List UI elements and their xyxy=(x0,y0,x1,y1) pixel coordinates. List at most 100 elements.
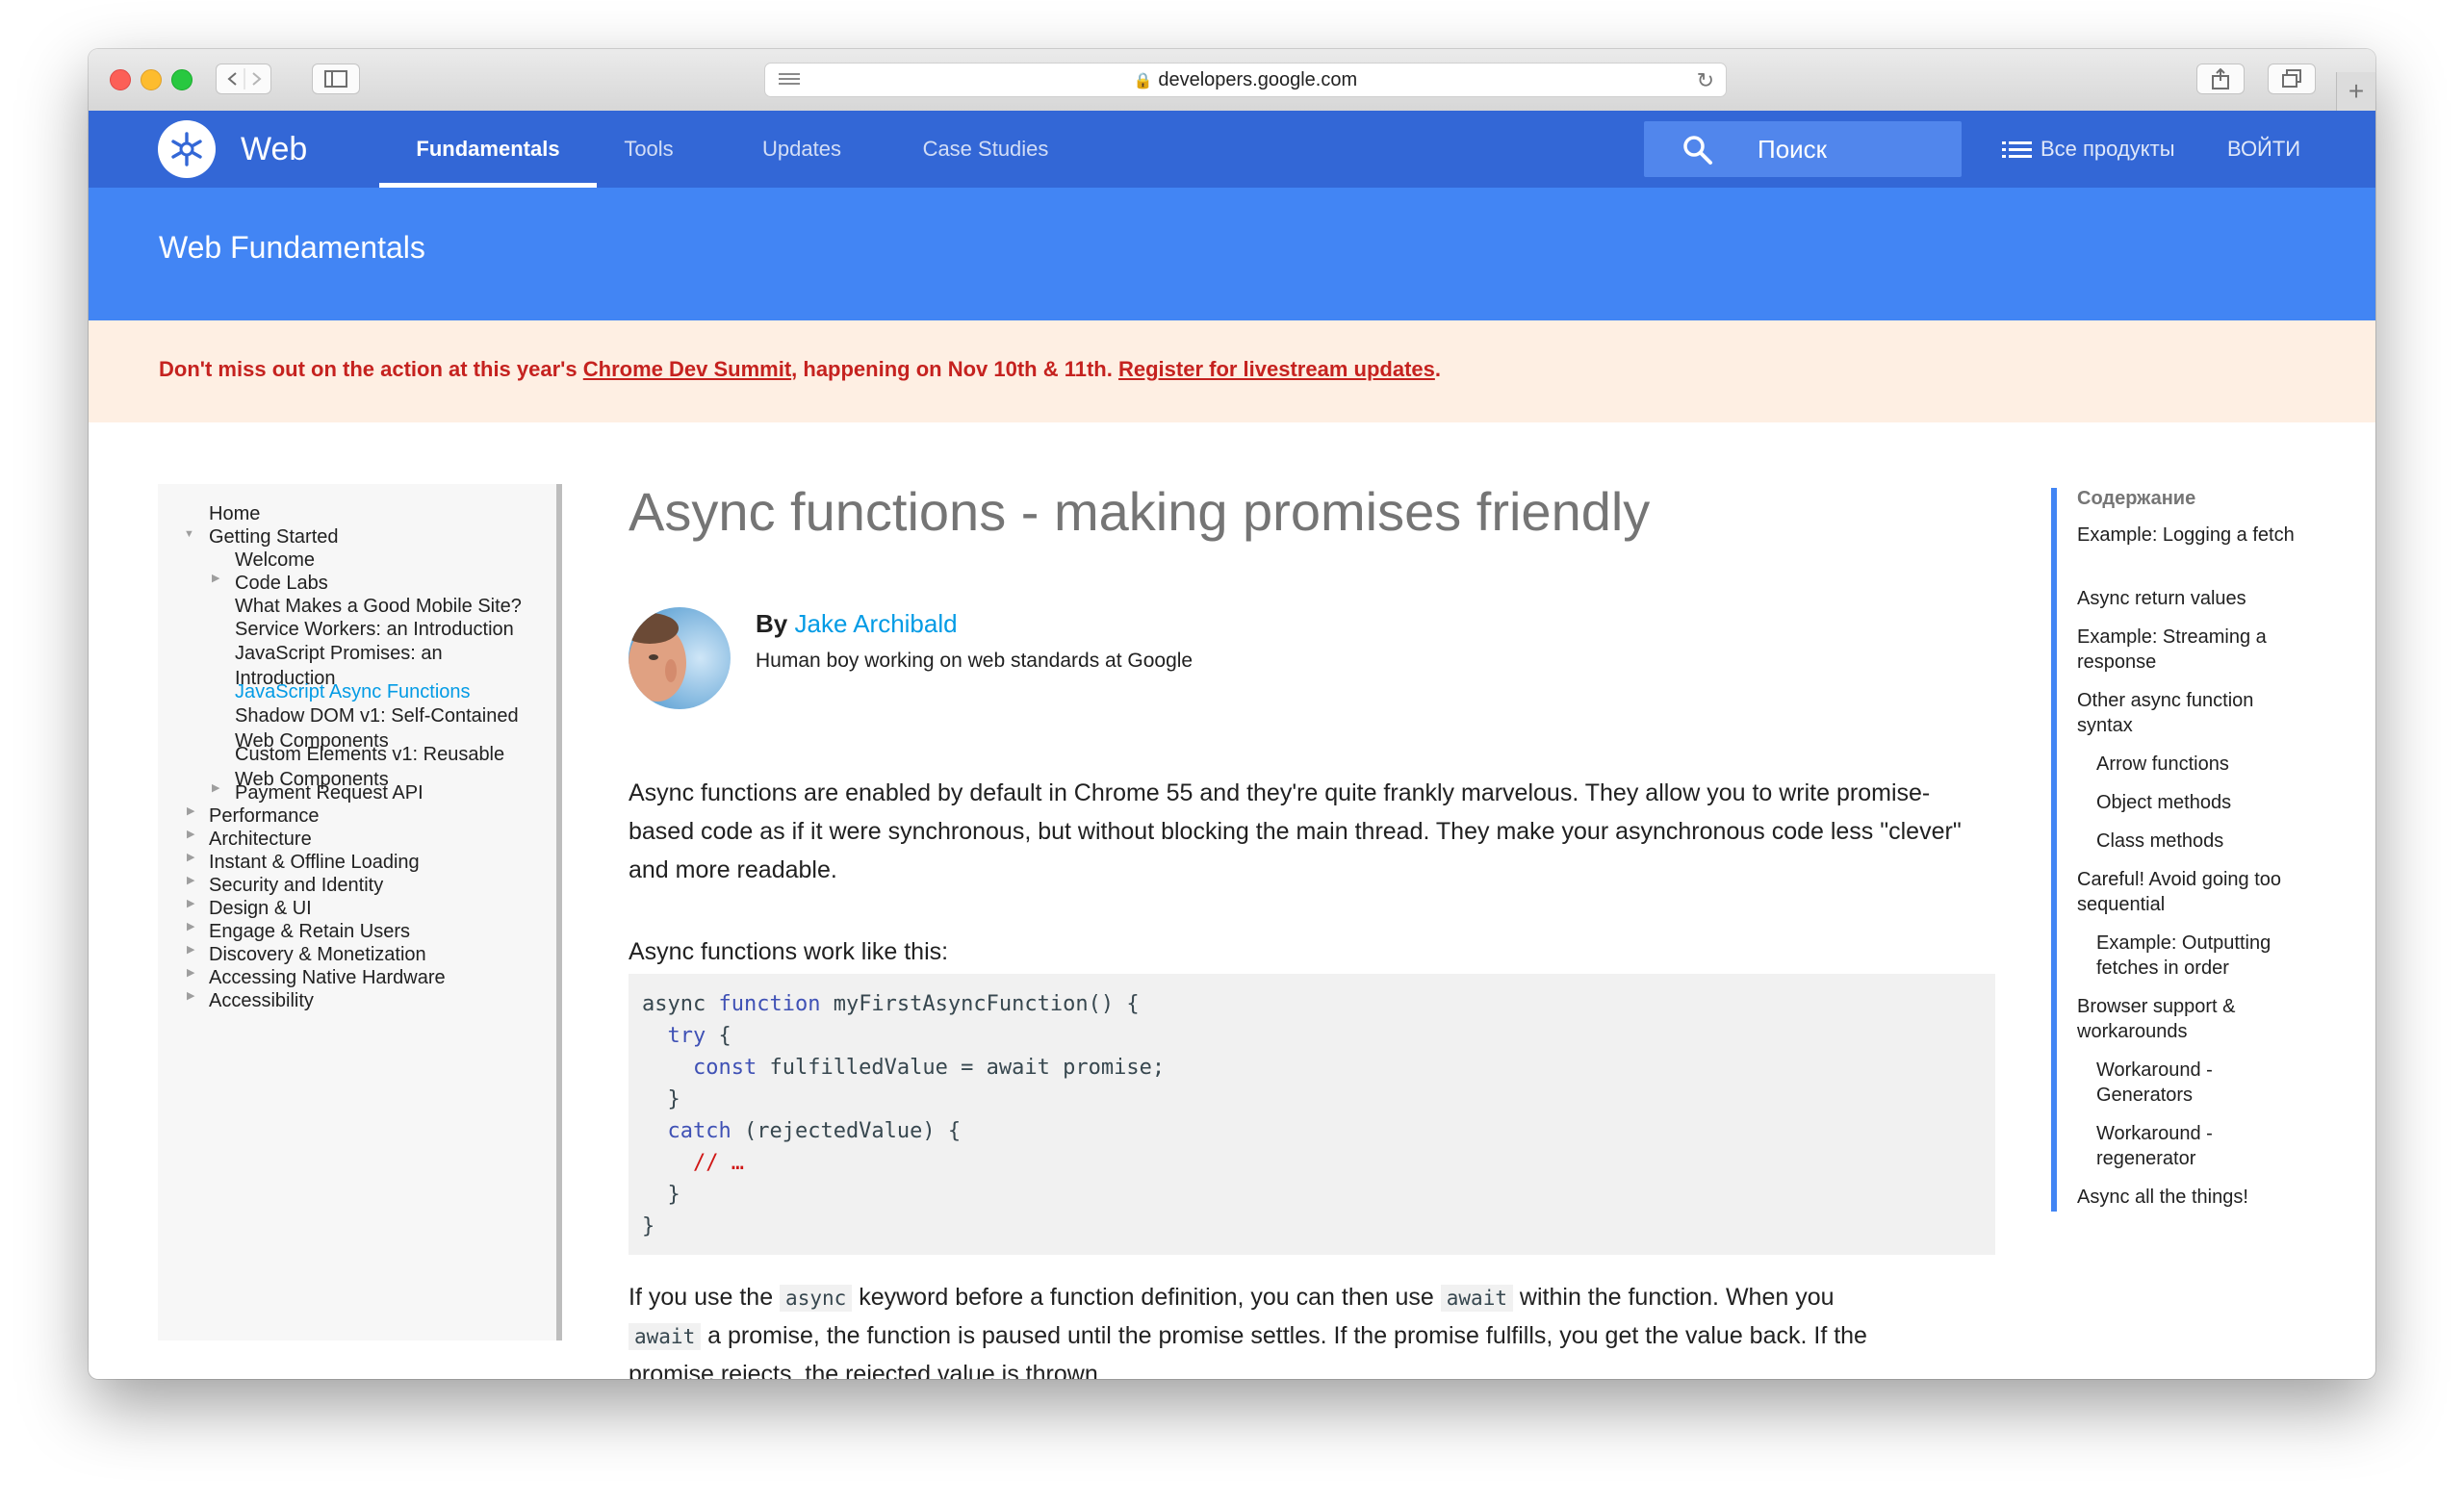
toc-item-other-syntax[interactable]: Other async function syntax xyxy=(2077,688,2308,738)
nav-item-accessibility[interactable]: Accessibility xyxy=(209,988,314,1013)
toc-item-streaming[interactable]: Example: Streaming a response xyxy=(2077,625,2308,675)
share-icon xyxy=(2212,68,2229,89)
zoom-window-button[interactable] xyxy=(171,69,192,90)
tab-fundamentals[interactable]: Fundamentals xyxy=(379,111,597,188)
toc-indicator xyxy=(2051,488,2057,1212)
all-products-label: Все продукты xyxy=(2040,137,2175,161)
toc-item-class-methods[interactable]: Class methods xyxy=(2096,829,2327,854)
nav-item-code-labs[interactable]: Code Labs xyxy=(235,571,328,596)
collapsed-arrow-icon[interactable]: ▶ xyxy=(187,943,194,956)
tabs-overview-button[interactable] xyxy=(2268,64,2316,94)
new-tab-button[interactable]: + xyxy=(2336,72,2375,111)
nav-item-service-workers[interactable]: Service Workers: an Introduction xyxy=(235,617,543,642)
author-link[interactable]: Jake Archibald xyxy=(794,609,957,638)
nav-item-home[interactable]: Home xyxy=(209,501,260,526)
hero-banner: Web Fundamentals xyxy=(89,188,2375,320)
toc-item-workaround-regenerator[interactable]: Workaround - regenerator xyxy=(2096,1121,2250,1171)
collapsed-arrow-icon[interactable]: ▶ xyxy=(187,989,194,1002)
collapsed-arrow-icon[interactable]: ▶ xyxy=(212,781,219,794)
code-line: } xyxy=(642,1214,655,1238)
toc-item-async-all-things[interactable]: Async all the things! xyxy=(2077,1185,2308,1210)
body-paragraph-line: If you use the async keyword before a fu… xyxy=(629,1284,1835,1312)
snowflake-icon xyxy=(171,132,202,166)
body-paragraph-line: promise rejects, the rejected value is t… xyxy=(629,1361,1105,1379)
nav-item-performance[interactable]: Performance xyxy=(209,804,320,829)
toc-item-outputting-fetches[interactable]: Example: Outputting fetches in order xyxy=(2096,931,2308,981)
browser-toolbar: 🔒 developers.google.com ↻ + xyxy=(89,49,2375,112)
toc-item-arrow-functions[interactable]: Arrow functions xyxy=(2096,752,2327,777)
collapsed-arrow-icon[interactable]: ▶ xyxy=(187,920,194,932)
login-button[interactable]: ВОЙТИ xyxy=(2227,111,2300,188)
nav-item-payment-request[interactable]: Payment Request API xyxy=(235,780,424,805)
collapsed-arrow-icon[interactable]: ▶ xyxy=(212,572,219,584)
nav-item-engage-retain[interactable]: Engage & Retain Users xyxy=(209,919,410,944)
web-logo[interactable] xyxy=(158,120,216,178)
tabs-icon xyxy=(2282,69,2301,88)
author-avatar[interactable] xyxy=(629,607,731,709)
close-window-button[interactable] xyxy=(110,69,131,90)
code-line: catch (rejectedValue) { xyxy=(667,1119,962,1143)
collapsed-arrow-icon[interactable]: ▶ xyxy=(187,966,194,979)
chrome-dev-summit-link[interactable]: Chrome Dev Summit xyxy=(583,357,791,381)
all-products-menu[interactable]: Все продукты xyxy=(2002,111,2175,188)
nav-item-discovery-monetization[interactable]: Discovery & Monetization xyxy=(209,942,426,967)
toc-item-workaround-generators[interactable]: Workaround - Generators xyxy=(2096,1058,2250,1108)
tab-case-studies[interactable]: Case Studies xyxy=(905,111,1066,188)
code-sample: async function myFirstAsyncFunction() { … xyxy=(629,974,1995,1255)
site-title[interactable]: Web xyxy=(241,111,307,188)
toc-item-browser-support[interactable]: Browser support & workarounds xyxy=(2077,994,2308,1044)
intro-paragraph: Async functions are enabled by default i… xyxy=(629,779,1962,883)
code-line: async function myFirstAsyncFunction() { xyxy=(642,992,1140,1016)
author-bio: Human boy working on web standards at Go… xyxy=(756,650,1194,672)
inline-code: await xyxy=(629,1323,702,1350)
search-placeholder: Поиск xyxy=(1758,135,1828,164)
inline-code: await xyxy=(1440,1285,1513,1312)
share-button[interactable] xyxy=(2196,64,2245,94)
list-menu-icon xyxy=(2002,141,2032,158)
browser-window: 🔒 developers.google.com ↻ + Web Fundamen… xyxy=(89,49,2375,1379)
tab-updates[interactable]: Updates xyxy=(749,111,855,188)
search-input[interactable]: Поиск xyxy=(1644,121,1962,177)
code-line: try { xyxy=(667,1024,732,1048)
toc-item-careful-sequential[interactable]: Careful! Avoid going too sequential xyxy=(2077,867,2308,917)
collapsed-arrow-icon[interactable]: ▶ xyxy=(187,851,194,863)
code-line: const fulfilledValue = await promise; xyxy=(692,1056,1166,1080)
toc-item-logging-fetch[interactable]: Example: Logging a fetch xyxy=(2077,523,2308,548)
nav-item-native-hardware[interactable]: Accessing Native Hardware xyxy=(209,965,446,990)
collapsed-arrow-icon[interactable]: ▶ xyxy=(187,897,194,909)
collapsed-arrow-icon[interactable]: ▶ xyxy=(187,804,194,817)
nav-item-instant-offline[interactable]: Instant & Offline Loading xyxy=(209,850,420,875)
expanded-arrow-icon[interactable]: ▼ xyxy=(184,528,194,540)
toc-item-return-values[interactable]: Async return values xyxy=(2077,586,2308,611)
announcement-banner: Don't miss out on the action at this yea… xyxy=(89,320,2375,422)
tab-tools[interactable]: Tools xyxy=(608,111,689,188)
nav-item-security-identity[interactable]: Security and Identity xyxy=(209,873,383,898)
body-paragraph-line: await a promise, the function is paused … xyxy=(629,1316,2072,1356)
nav-item-good-mobile-site[interactable]: What Makes a Good Mobile Site? xyxy=(235,594,543,619)
lead-paragraph: Async functions work like this: xyxy=(629,938,949,965)
sidebar-icon xyxy=(324,70,347,88)
nav-item-js-async-functions[interactable]: JavaScript Async Functions xyxy=(235,679,543,704)
register-livestream-link[interactable]: Register for livestream updates xyxy=(1118,357,1435,381)
left-navigation: Home ▼ Getting Started Welcome ▶ Code La… xyxy=(158,484,562,1340)
nav-item-design-ui[interactable]: Design & UI xyxy=(209,896,312,921)
hero-title: Web Fundamentals xyxy=(159,230,425,265)
toc-item-object-methods[interactable]: Object methods xyxy=(2096,790,2327,815)
announcement-text: Don't miss out on the action at this yea… xyxy=(159,357,1441,381)
code-line: } xyxy=(642,1087,680,1111)
left-nav-scrollbar[interactable] xyxy=(556,484,562,1340)
sidebar-toggle-button[interactable] xyxy=(312,64,360,94)
site-header: Web Fundamentals Tools Updates Case Stud… xyxy=(89,111,2375,188)
nav-item-getting-started[interactable]: Getting Started xyxy=(209,524,339,549)
address-bar[interactable]: 🔒 developers.google.com ↻ xyxy=(764,63,1727,97)
collapsed-arrow-icon[interactable]: ▶ xyxy=(187,874,194,886)
toc-heading: Содержание xyxy=(2077,488,2196,509)
back-forward-icons xyxy=(227,68,262,89)
minimize-window-button[interactable] xyxy=(141,69,162,90)
back-forward-group xyxy=(216,64,271,94)
reload-icon[interactable]: ↻ xyxy=(1697,68,1714,93)
collapsed-arrow-icon[interactable]: ▶ xyxy=(187,828,194,840)
code-line: } xyxy=(642,1183,680,1207)
nav-item-welcome[interactable]: Welcome xyxy=(235,548,315,573)
nav-item-architecture[interactable]: Architecture xyxy=(209,827,312,852)
